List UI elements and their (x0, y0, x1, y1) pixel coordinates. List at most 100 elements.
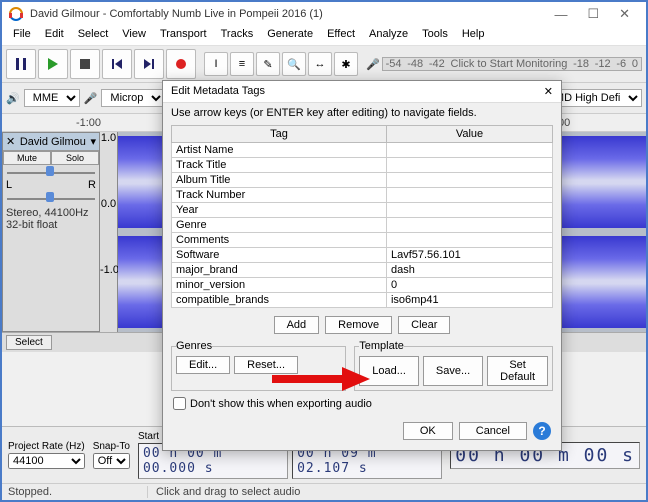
tag-cell[interactable]: major_brand (172, 263, 387, 278)
maximize-button[interactable]: ☐ (577, 4, 609, 24)
envelope-tool-icon[interactable]: ≡ (230, 52, 254, 76)
menu-select[interactable]: Select (71, 26, 116, 45)
tag-cell[interactable]: minor_version (172, 278, 387, 293)
track-close-x[interactable]: ✕ (6, 135, 15, 148)
gain-slider[interactable] (3, 165, 99, 179)
table-row[interactable]: Album Title (172, 173, 553, 188)
skip-end-button[interactable] (134, 49, 164, 79)
menu-view[interactable]: View (115, 26, 153, 45)
value-cell[interactable]: dash (386, 263, 552, 278)
record-button[interactable] (166, 49, 196, 79)
table-row[interactable]: compatible_brandsiso6mp41 (172, 293, 553, 308)
tag-cell[interactable]: Software (172, 248, 387, 263)
play-button[interactable] (38, 49, 68, 79)
template-save-button[interactable]: Save... (423, 356, 483, 386)
menu-generate[interactable]: Generate (260, 26, 320, 45)
table-row[interactable]: Track Title (172, 158, 553, 173)
pause-button[interactable] (6, 49, 36, 79)
tag-cell[interactable]: Comments (172, 233, 387, 248)
table-row[interactable]: Genre (172, 218, 553, 233)
tag-cell[interactable]: Artist Name (172, 143, 387, 158)
tag-cell[interactable]: compatible_brands (172, 293, 387, 308)
audio-host-select[interactable]: MME (24, 89, 80, 107)
col-tag: Tag (172, 126, 387, 143)
template-legend: Template (359, 340, 404, 352)
window-title: David Gilmour - Comfortably Numb Live in… (30, 8, 544, 20)
value-cell[interactable] (386, 218, 552, 233)
value-cell[interactable] (386, 158, 552, 173)
mic-icon: 🎤 (84, 92, 98, 105)
project-rate-label: Project Rate (Hz) (8, 441, 85, 452)
table-row[interactable]: SoftwareLavf57.56.101 (172, 248, 553, 263)
table-row[interactable]: Track Number (172, 188, 553, 203)
menubar: File Edit Select View Transport Tracks G… (2, 26, 646, 46)
skip-start-button[interactable] (102, 49, 132, 79)
app-logo-icon (8, 6, 24, 22)
table-row[interactable]: Year (172, 203, 553, 218)
timeshift-tool-icon[interactable]: ↔ (308, 52, 332, 76)
value-cell[interactable] (386, 173, 552, 188)
tag-cell[interactable]: Track Title (172, 158, 387, 173)
cancel-button[interactable]: Cancel (459, 422, 527, 440)
project-rate-select[interactable]: 44100 (8, 453, 85, 469)
menu-edit[interactable]: Edit (38, 26, 71, 45)
status-hint: Click and drag to select audio (148, 486, 640, 498)
template-setdefault-button[interactable]: Set Default (487, 356, 548, 386)
clear-button[interactable]: Clear (398, 316, 450, 334)
close-button[interactable]: ✕ (609, 4, 640, 24)
dialog-close-icon[interactable]: ✕ (544, 85, 553, 98)
menu-tools[interactable]: Tools (415, 26, 455, 45)
help-icon[interactable]: ? (533, 422, 551, 440)
add-button[interactable]: Add (274, 316, 320, 334)
record-meter-icon: 🎤 (366, 58, 380, 71)
track-menu-chevron-icon[interactable]: ▾ (90, 135, 96, 148)
remove-button[interactable]: Remove (325, 316, 392, 334)
value-cell[interactable] (386, 188, 552, 203)
menu-analyze[interactable]: Analyze (362, 26, 415, 45)
table-row[interactable]: Artist Name (172, 143, 553, 158)
solo-button[interactable]: Solo (51, 151, 99, 165)
value-cell[interactable]: Lavf57.56.101 (386, 248, 552, 263)
menu-effect[interactable]: Effect (320, 26, 362, 45)
status-text: Stopped. (8, 486, 148, 498)
transport-toolbar: I ≡ ✎ 🔍 ↔ ✱ 🎤 -54-48-42Click to Start Mo… (2, 46, 646, 83)
value-cell[interactable] (386, 233, 552, 248)
annotation-arrow (272, 364, 372, 394)
dont-show-checkbox[interactable] (173, 397, 186, 410)
tag-cell[interactable]: Genre (172, 218, 387, 233)
draw-tool-icon[interactable]: ✎ (256, 52, 280, 76)
window-titlebar: David Gilmour - Comfortably Numb Live in… (2, 2, 646, 26)
stop-button[interactable] (70, 49, 100, 79)
mute-button[interactable]: Mute (3, 151, 51, 165)
menu-help[interactable]: Help (455, 26, 492, 45)
track-select-button[interactable]: Select (6, 335, 52, 350)
value-cell[interactable]: 0 (386, 278, 552, 293)
value-cell[interactable] (386, 203, 552, 218)
menu-file[interactable]: File (6, 26, 38, 45)
value-cell[interactable]: iso6mp41 (386, 293, 552, 308)
track-format-info: Stereo, 44100Hz32-bit float (3, 205, 99, 233)
value-cell[interactable] (386, 143, 552, 158)
zoom-tool-icon[interactable]: 🔍 (282, 52, 306, 76)
table-row[interactable]: Comments (172, 233, 553, 248)
recording-device-select[interactable]: Microp (101, 89, 165, 107)
minimize-button[interactable]: — (544, 5, 577, 24)
menu-tracks[interactable]: Tracks (214, 26, 261, 45)
snap-to-select[interactable]: Off (93, 453, 130, 469)
selection-tool-icon[interactable]: I (204, 52, 228, 76)
table-row[interactable]: major_branddash (172, 263, 553, 278)
tag-cell[interactable]: Album Title (172, 173, 387, 188)
track-name[interactable]: David Gilmou (20, 136, 86, 148)
table-row[interactable]: minor_version0 (172, 278, 553, 293)
ok-button[interactable]: OK (403, 422, 453, 440)
pan-slider[interactable] (3, 191, 99, 205)
dont-show-label: Don't show this when exporting audio (190, 398, 372, 410)
menu-transport[interactable]: Transport (153, 26, 214, 45)
tag-cell[interactable]: Year (172, 203, 387, 218)
tag-cell[interactable]: Track Number (172, 188, 387, 203)
recording-meter[interactable]: -54-48-42Click to Start Monitoring-18-12… (382, 57, 642, 71)
snap-to-label: Snap-To (93, 441, 130, 452)
dialog-title: Edit Metadata Tags (171, 85, 265, 98)
genres-edit-button[interactable]: Edit... (176, 356, 230, 374)
multi-tool-icon[interactable]: ✱ (334, 52, 358, 76)
